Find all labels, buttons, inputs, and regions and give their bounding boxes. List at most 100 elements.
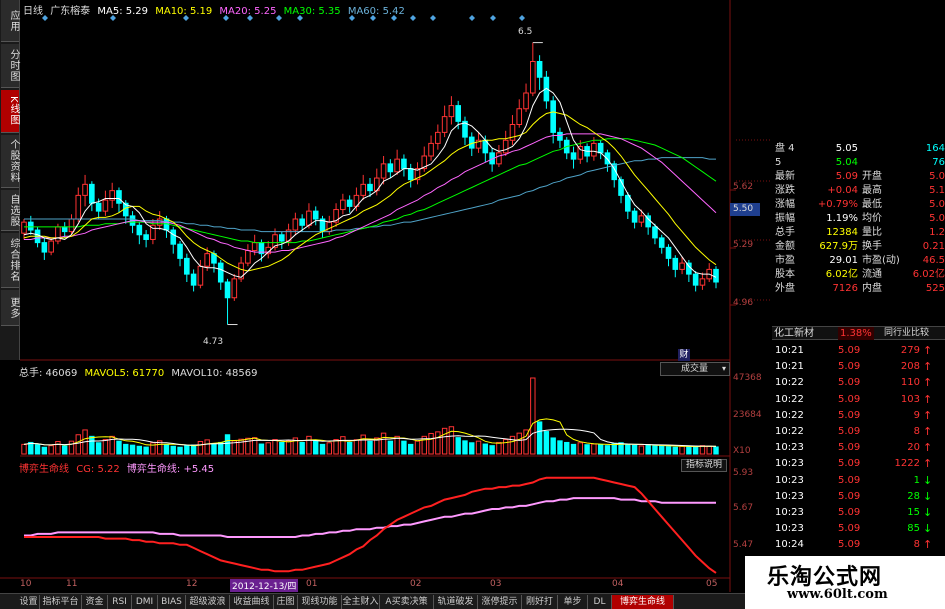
volume-bar: [604, 445, 611, 455]
candle-body: [604, 152, 611, 165]
volume-bar: [686, 445, 692, 455]
volume-bar: [21, 443, 27, 455]
volume-bar: [611, 443, 617, 455]
indicator-tab[interactable]: 涨停提示: [478, 595, 522, 609]
volume-bar: [577, 442, 584, 455]
arrow-up-icon: ↑: [923, 392, 933, 406]
indicator-tab[interactable]: 单步: [558, 595, 588, 609]
candle-body: [591, 142, 597, 157]
finance-marker[interactable]: 财: [678, 349, 690, 361]
arrow-up-icon: ↑: [923, 457, 933, 471]
candle-body: [699, 278, 706, 286]
candle-body: [82, 183, 88, 196]
volume-bar: [346, 441, 353, 455]
indicator-tab[interactable]: 资金: [82, 595, 108, 609]
candle-body: [251, 242, 258, 251]
volume-bar: [272, 439, 278, 455]
indicator-tab[interactable]: A买卖决策: [380, 595, 434, 609]
quote-row: 总手 12384 量比 1.2: [772, 226, 945, 240]
candle-body: [245, 250, 251, 264]
volume-bar: [394, 435, 400, 455]
tick-time: 10:21: [775, 361, 804, 373]
volume-bar: [496, 441, 502, 455]
volume-bar: [591, 443, 597, 455]
volume-bar: [55, 440, 61, 455]
volume-bar: [89, 435, 95, 455]
price-axis-label: 5.29: [733, 240, 754, 250]
quote-value: 5.09: [835, 171, 858, 182]
volume-bar: [163, 444, 170, 455]
quote-label: 最新: [775, 171, 795, 182]
tick-time: 10:23: [775, 474, 804, 486]
quote-label: 量比: [862, 227, 882, 238]
cursor-date-label: 2012-12-13/四: [230, 579, 299, 592]
volume-bar: [143, 446, 149, 455]
candle-body: [394, 158, 400, 173]
time-axis-label: 01: [306, 579, 318, 589]
indicator-tab[interactable]: 全主财入: [342, 595, 380, 609]
volume-bar: [692, 446, 699, 455]
volume-header: 总手: 46069 MAVOL5: 61770 MAVOL10: 48569: [19, 364, 257, 379]
candle-body: [41, 242, 48, 253]
volume-bar: [123, 443, 129, 455]
candle-body: [523, 92, 529, 110]
indicator-tab[interactable]: DL: [588, 595, 612, 609]
volume-bar: [258, 443, 265, 455]
volume-bar: [211, 443, 217, 455]
candle-body: [102, 199, 109, 212]
indicator-tab[interactable]: 超级波浪: [186, 595, 230, 609]
indicator-tab[interactable]: 博弈生命线: [612, 595, 674, 609]
volume-axis-label: X10: [733, 446, 751, 456]
volume-bar: [333, 439, 339, 455]
indicator-tab[interactable]: 轨道破发: [434, 595, 478, 609]
event-marker-icon: [490, 15, 496, 21]
arrow-down-icon: ↓: [923, 522, 933, 536]
quote-value: 5.0: [929, 199, 945, 210]
tick-time: 10:23: [775, 523, 804, 535]
indicator-tab[interactable]: 刚好打: [522, 595, 558, 609]
quote-label: 换手: [862, 241, 882, 252]
candle-body: [652, 226, 658, 239]
tick-volume: 28: [907, 490, 920, 502]
candle-body: [401, 158, 407, 170]
indicator-tab[interactable]: 现线功能: [298, 595, 342, 609]
volume-bar: [550, 437, 556, 455]
quote-row: 5 5.04 76: [772, 156, 945, 170]
tick-row: 10:22 5.09 103 ↑: [772, 392, 945, 408]
arrow-up-icon: ↑: [923, 538, 933, 552]
indicator-tab[interactable]: 设置: [18, 595, 40, 609]
quote-value: 5.0: [929, 171, 945, 182]
candle-body: [190, 273, 197, 286]
arrow-down-icon: ↓: [923, 506, 933, 519]
volume-bar: [340, 436, 346, 455]
quote-label: 市盈: [775, 255, 795, 266]
volume-bar: [75, 434, 81, 455]
volume-bar: [408, 443, 414, 455]
compare-industry-button[interactable]: 同行业比较: [884, 327, 929, 340]
indicator-tab[interactable]: RSI: [108, 595, 132, 609]
tick-row: 10:23 5.09 20 ↑: [772, 440, 945, 456]
candle-body: [170, 229, 177, 245]
quote-row: 盘 4 5.05 164: [772, 142, 945, 156]
indicator-tab[interactable]: 收益曲线: [230, 595, 274, 609]
event-marker-icon: [110, 15, 116, 21]
time-axis: 10 11 12 01 02 03 04 05 2012-12-13/四: [0, 579, 730, 592]
volume-bar: [116, 440, 122, 455]
indicator-tab[interactable]: BIAS: [158, 595, 186, 609]
quote-value: 5.05: [835, 143, 858, 154]
candle-body: [631, 210, 638, 223]
volume-indicator-dropdown[interactable]: 成交量 ▾: [660, 362, 730, 376]
indicator-tab[interactable]: DMI: [132, 595, 158, 609]
volume-bar: [34, 444, 41, 455]
indicator-explain-button[interactable]: 指标说明: [681, 459, 727, 472]
tick-row: 10:22 5.09 110 ↑: [772, 375, 945, 391]
candle-body: [116, 190, 122, 204]
life-line-pink: [24, 497, 716, 538]
candle-body: [95, 202, 102, 212]
indicator-tab[interactable]: 指标平台: [40, 595, 82, 609]
indicator-tab[interactable]: 庄图: [274, 595, 298, 609]
tick-price: 5.09: [838, 377, 861, 389]
sector-name[interactable]: 化工新材: [774, 327, 814, 340]
quote-label: 总手: [775, 227, 795, 238]
volume-bar: [502, 439, 509, 455]
